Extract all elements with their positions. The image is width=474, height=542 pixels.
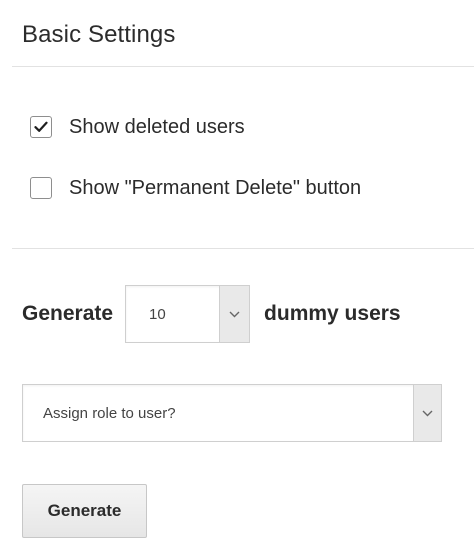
divider [12,66,474,67]
user-count-dropdown-button[interactable] [219,286,250,342]
show-permanent-delete-option[interactable]: Show "Permanent Delete" button [30,171,361,205]
dummy-users-label: dummy users [264,302,401,325]
assign-role-dropdown-button[interactable] [413,385,441,441]
checkmark-icon [34,121,48,132]
user-count-value: 10 [149,305,166,323]
generate-dummy-users-row: Generate 10 dummy users [22,285,401,343]
divider [12,248,474,249]
assign-role-value: Assign role to user? [43,404,176,422]
chevron-down-icon [229,311,240,317]
section-title: Basic Settings [22,21,176,48]
generate-prefix-label: Generate [22,302,114,325]
show-deleted-users-option[interactable]: Show deleted users [30,110,245,144]
user-count-select[interactable]: 10 [125,285,251,343]
show-deleted-users-label[interactable]: Show deleted users [69,113,245,141]
assign-role-select[interactable]: Assign role to user? [22,384,442,442]
basic-settings-panel: Basic Settings Show deleted users Show "… [0,0,474,542]
generate-button[interactable]: Generate [22,484,147,538]
show-permanent-delete-checkbox[interactable] [30,177,52,199]
chevron-down-icon [422,410,433,416]
show-permanent-delete-label[interactable]: Show "Permanent Delete" button [69,174,361,202]
show-deleted-users-checkbox[interactable] [30,116,52,138]
